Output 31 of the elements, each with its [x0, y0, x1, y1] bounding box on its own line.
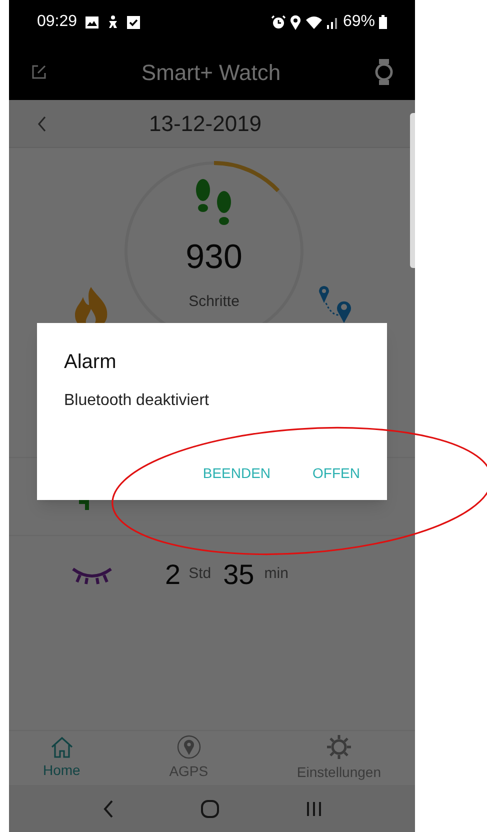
dialog-button[interactable]: OFFEN [296, 455, 376, 492]
nav-tab[interactable]: Home [43, 736, 80, 780]
image-icon [85, 16, 100, 28]
minutes-unit: min [264, 564, 288, 584]
app-title: Smart+ Watch [141, 58, 281, 86]
figure-icon [107, 15, 120, 29]
alarm-icon [270, 14, 286, 30]
sleep-hours: 2 [165, 558, 181, 592]
hours-unit: Std [188, 564, 212, 584]
watch-icon[interactable] [374, 59, 393, 85]
sleep-minutes: 35 [223, 558, 254, 592]
edit-icon[interactable] [31, 64, 47, 80]
dialog-title: Alarm [64, 350, 118, 375]
recent-apps-icon[interactable] [306, 800, 322, 816]
step-count: 930 [186, 240, 242, 274]
dialog-button[interactable]: BEENDEN [186, 455, 287, 492]
location-icon [290, 14, 301, 30]
location-pin-icon [176, 734, 201, 758]
home-icon [50, 736, 74, 758]
wifi-icon [304, 15, 323, 29]
settings-icon [326, 734, 352, 760]
checkbox-icon [127, 16, 140, 28]
steps-label: Schritte [188, 292, 240, 312]
dialog-message: Bluetooth deaktiviert [64, 391, 210, 411]
battery-icon [379, 15, 387, 29]
date-text: 13-12-2019 [149, 110, 262, 138]
battery-percent: 69% [342, 12, 375, 32]
status-time: 09:29 [37, 12, 78, 32]
signal-icon [326, 15, 339, 29]
back-icon[interactable] [102, 800, 114, 818]
home-button-icon[interactable] [200, 800, 219, 818]
